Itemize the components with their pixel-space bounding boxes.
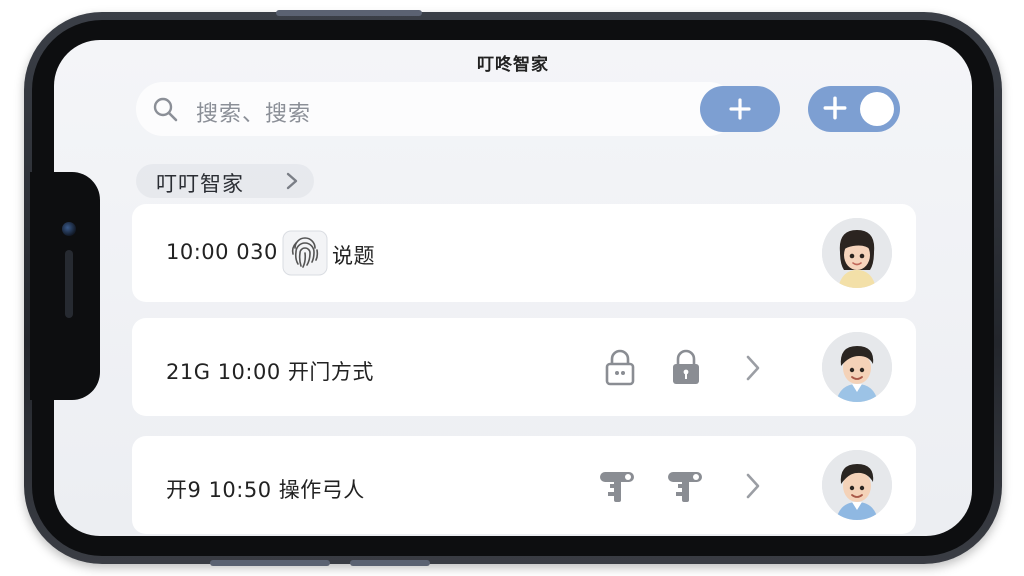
avatar: [822, 332, 892, 402]
search-bar[interactable]: 搜索、搜索: [136, 82, 736, 136]
earpiece-speaker: [65, 250, 73, 318]
key-icon: [668, 472, 702, 502]
lock-icon: [605, 349, 635, 386]
record-card[interactable]: 开9 10:50 操作弓人: [132, 436, 916, 534]
avatar: [822, 450, 892, 520]
record-time: 21G 10:00 开门方式: [166, 360, 374, 384]
front-camera: [62, 222, 76, 236]
add-button[interactable]: [700, 86, 780, 132]
plus-toggle-icon: [823, 96, 847, 120]
avatar: [822, 218, 892, 288]
plus-icon: [729, 98, 751, 120]
search-icon: [153, 97, 178, 122]
side-button: [210, 560, 330, 566]
app-title: 叮咚智家: [477, 55, 549, 75]
user-avatar-icon: [822, 332, 892, 402]
key-icon: [600, 472, 634, 502]
record-time: 10:00 030: [166, 240, 278, 264]
user-avatar-icon: [822, 218, 892, 288]
record-time: 开9 10:50 操作弓人: [166, 478, 365, 502]
toggle-knob: [860, 92, 894, 126]
fingerprint-icon: [282, 230, 328, 276]
section-header[interactable]: 叮叮智家: [136, 164, 314, 198]
user-avatar-icon: [822, 450, 892, 520]
chevron-right-icon[interactable]: [744, 472, 762, 500]
record-card[interactable]: 21G 10:00 开门方式: [132, 318, 916, 416]
side-button-2: [350, 560, 430, 566]
chevron-right-icon[interactable]: [744, 354, 762, 382]
volume-button: [276, 10, 422, 16]
add-toggle-button[interactable]: [808, 86, 900, 132]
record-label: 说题: [332, 244, 375, 268]
chevron-right-icon: [286, 172, 298, 190]
search-input[interactable]: 搜索、搜索: [196, 96, 311, 128]
lock-icon: [673, 349, 699, 384]
record-card[interactable]: 10:00 030 说题: [132, 204, 916, 302]
section-label: 叮叮智家: [156, 172, 244, 196]
